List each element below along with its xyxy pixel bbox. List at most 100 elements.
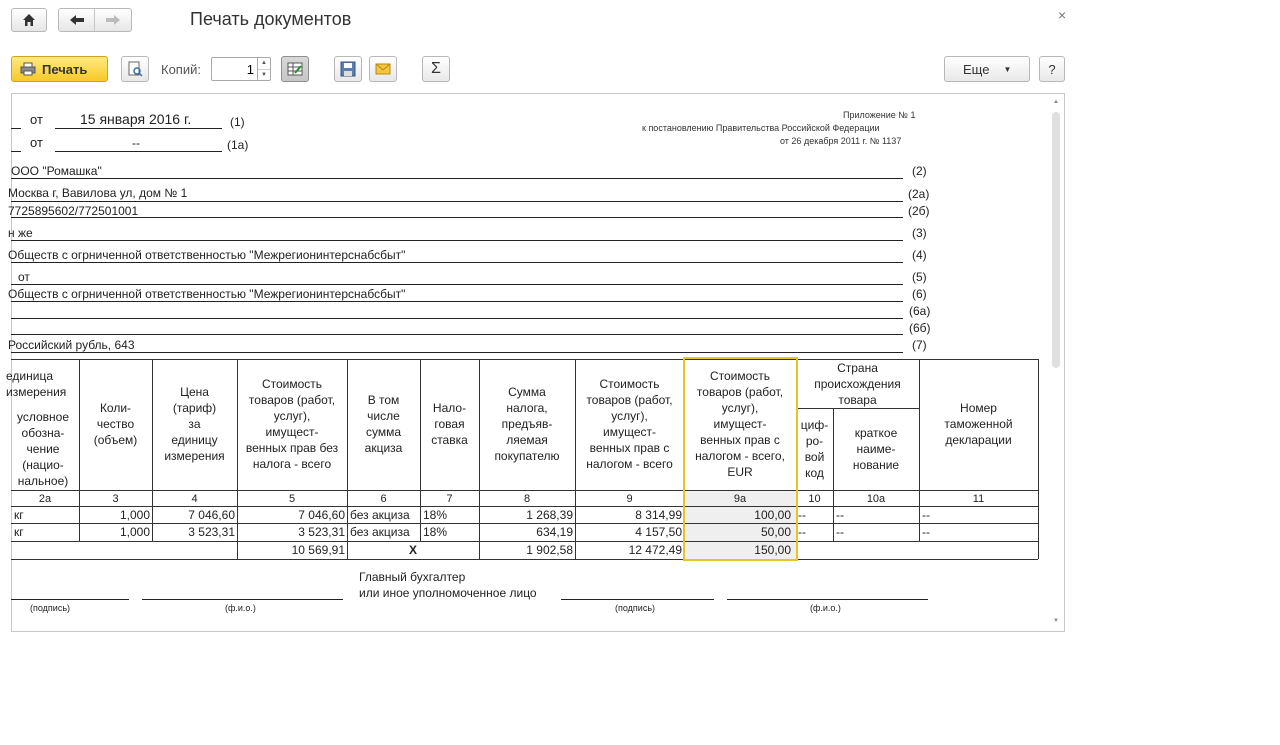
sum-button[interactable]: Σ bbox=[422, 56, 450, 82]
buyer-address-code: (6а) bbox=[909, 304, 931, 318]
row-1-price[interactable]: 7 046,60 bbox=[152, 507, 235, 523]
header-tax-sum: Сумма налога, предъяв- ляемая покупателю bbox=[494, 385, 560, 463]
row-2-country-name[interactable]: -- bbox=[836, 524, 844, 540]
row-2-country-code[interactable]: -- bbox=[798, 524, 806, 540]
window-title: Печать документов bbox=[190, 9, 352, 29]
save-button[interactable] bbox=[334, 56, 362, 82]
row-2-total[interactable]: 4 157,50 bbox=[575, 524, 682, 540]
buyer-name-code: (6) bbox=[912, 287, 927, 301]
appendix-line-2: к постановлению Правительства Российской… bbox=[642, 123, 880, 133]
header-qty: Коли- чество (объем) bbox=[93, 401, 138, 447]
row-2-excise[interactable]: без акциза bbox=[350, 524, 410, 540]
more-button[interactable]: Еще ▼ bbox=[944, 56, 1030, 82]
row-2-cost[interactable]: 3 523,31 bbox=[237, 524, 345, 540]
total-with-tax[interactable]: 12 472,49 bbox=[575, 542, 682, 558]
row-2-rate[interactable]: 18% bbox=[423, 524, 447, 540]
col-number: 11 bbox=[972, 493, 985, 505]
header-country-name: краткое наиме- нование bbox=[852, 426, 900, 472]
col-number: 9 bbox=[626, 493, 633, 505]
row-1-excise[interactable]: без акциза bbox=[350, 507, 410, 523]
copies-spinner[interactable]: ▲ ▼ bbox=[257, 58, 270, 80]
spin-down-icon[interactable]: ▼ bbox=[258, 69, 270, 80]
invoice-date-prefix: от bbox=[30, 112, 43, 127]
payment-doc: от bbox=[18, 270, 30, 284]
chief-accountant-label: Главный бухгалтер или иное уполномоченно… bbox=[359, 570, 537, 600]
currency-code: (7) bbox=[912, 338, 927, 352]
row-2-customs[interactable]: -- bbox=[922, 524, 930, 540]
invoice-date: 15 января 2016 г. bbox=[80, 111, 192, 127]
row-1-customs[interactable]: -- bbox=[922, 507, 930, 523]
table-edit-icon bbox=[287, 62, 303, 76]
print-label: Печать bbox=[42, 61, 88, 77]
shipper: н же bbox=[8, 226, 33, 240]
row-2-tax[interactable]: 634,19 bbox=[479, 524, 573, 540]
buyer-name: Обществ с огрниченной ответственностью "… bbox=[8, 287, 406, 301]
row-1-cost[interactable]: 7 046,60 bbox=[237, 507, 345, 523]
row-2-unit[interactable]: кг bbox=[14, 524, 24, 540]
consignee: Обществ с огрниченной ответственностью "… bbox=[8, 248, 406, 262]
seller-address: Москва г, Вавилова ул, дом № 1 bbox=[8, 186, 188, 200]
correction-date-prefix: от bbox=[30, 135, 43, 150]
copies-stepper[interactable]: ▲ ▼ bbox=[211, 57, 271, 81]
row-1-unit[interactable]: кг bbox=[14, 507, 24, 523]
row-1-total[interactable]: 8 314,99 bbox=[575, 507, 682, 523]
copies-label: Копий: bbox=[161, 62, 201, 77]
payment-doc-code: (5) bbox=[912, 270, 927, 284]
row-2-price[interactable]: 3 523,31 bbox=[152, 524, 235, 540]
name-hint-right: (ф.и.о.) bbox=[810, 603, 841, 613]
row-1-qty[interactable]: 1,000 bbox=[79, 507, 150, 523]
seller-address-code: (2а) bbox=[908, 187, 930, 201]
shipper-code: (3) bbox=[912, 226, 927, 240]
seller-name: ООО "Ромашка" bbox=[11, 164, 102, 178]
dropdown-arrow-icon: ▼ bbox=[1003, 64, 1012, 74]
more-label: Еще bbox=[963, 61, 990, 77]
row-2-qty[interactable]: 1,000 bbox=[79, 524, 150, 540]
copies-input[interactable] bbox=[214, 60, 258, 78]
col-number: 6 bbox=[380, 493, 387, 505]
preview-button[interactable] bbox=[121, 56, 149, 82]
edit-table-button[interactable] bbox=[281, 56, 309, 82]
forward-button[interactable] bbox=[95, 9, 131, 31]
seller-inn-code: (2б) bbox=[908, 204, 930, 218]
mail-icon bbox=[375, 63, 391, 75]
col-number: 8 bbox=[523, 493, 531, 505]
col-number: 2а bbox=[38, 493, 52, 505]
scroll-up-icon[interactable]: ▲ bbox=[1053, 99, 1059, 105]
buyer-inn-code: (6б) bbox=[909, 321, 931, 335]
print-button[interactable]: Печать bbox=[11, 56, 108, 82]
invoice-date-code: (1) bbox=[230, 115, 245, 129]
row-1-country-name[interactable]: -- bbox=[836, 507, 844, 523]
header-cost-with-tax: Стоимость товаров (работ, услуг), имущес… bbox=[586, 377, 673, 471]
row-1-tax[interactable]: 1 268,39 bbox=[479, 507, 573, 523]
spin-up-icon[interactable]: ▲ bbox=[258, 58, 270, 69]
row-1-country-code[interactable]: -- bbox=[798, 507, 806, 523]
total-tax[interactable]: 1 902,58 bbox=[479, 542, 573, 558]
col-number: 7 bbox=[446, 493, 453, 505]
total-cost[interactable]: 10 569,91 bbox=[237, 542, 345, 558]
col-number: 10 bbox=[808, 493, 821, 505]
header-excise: В том числе сумма акциза bbox=[364, 393, 403, 455]
sum-icon: Σ bbox=[431, 60, 441, 77]
scroll-down-icon[interactable]: ▼ bbox=[1053, 618, 1059, 624]
back-arrow-icon bbox=[69, 15, 84, 25]
vertical-scrollbar[interactable] bbox=[1052, 112, 1060, 368]
consignee-code: (4) bbox=[912, 248, 927, 262]
preview-icon bbox=[128, 61, 143, 77]
header-customs: Номер таможенной декларации bbox=[944, 401, 1013, 447]
help-button[interactable]: ? bbox=[1039, 56, 1065, 82]
back-button[interactable] bbox=[59, 9, 96, 31]
header-unit-code: условное обозна- чение (нацио- нальное) bbox=[16, 410, 70, 488]
col-number: 3 bbox=[112, 493, 119, 505]
close-icon[interactable]: × bbox=[1058, 7, 1066, 23]
seller-name-code: (2) bbox=[912, 164, 927, 178]
header-unit: единица измерения bbox=[6, 369, 67, 399]
row-1-rate[interactable]: 18% bbox=[423, 507, 447, 523]
selected-column-frame bbox=[683, 357, 798, 561]
header-price: Цена (тариф) за единицу измерения bbox=[164, 385, 225, 463]
send-mail-button[interactable] bbox=[369, 56, 397, 82]
correction-date: -- bbox=[132, 136, 140, 150]
total-excise[interactable]: X bbox=[347, 542, 479, 558]
home-button[interactable] bbox=[11, 8, 47, 32]
correction-date-code: (1а) bbox=[227, 138, 249, 152]
seller-inn: 7725895602/772501001 bbox=[8, 204, 139, 218]
